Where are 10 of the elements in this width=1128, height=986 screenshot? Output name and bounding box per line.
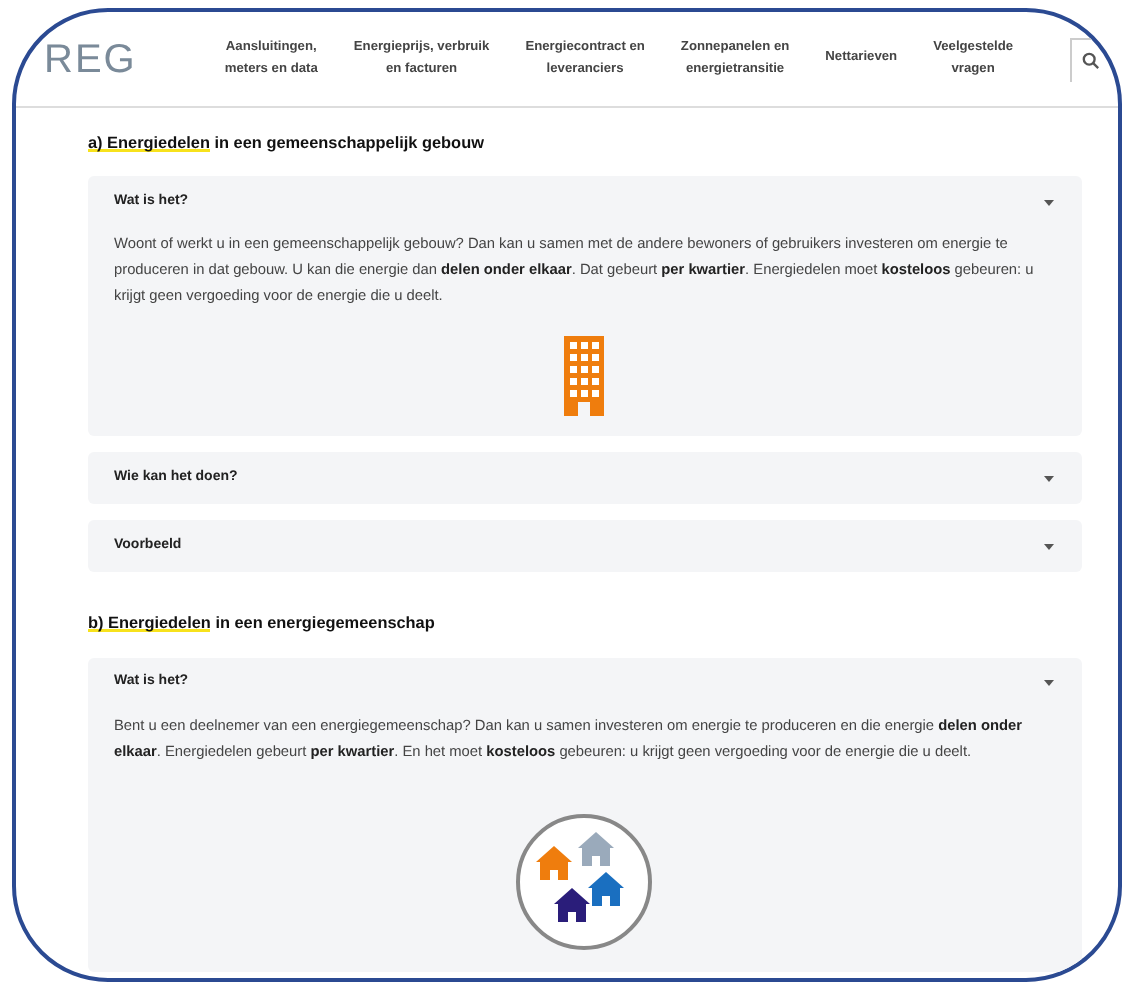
caret-icon	[1044, 543, 1054, 550]
caret-icon	[1044, 475, 1054, 482]
building-icon	[562, 332, 606, 417]
logo[interactable]: REG	[44, 29, 137, 89]
search-icon	[1082, 51, 1100, 69]
houses-icon	[514, 811, 654, 952]
caret-icon	[1044, 680, 1054, 687]
section-heading: a) Energiedelen in een gemeenschappelijk gebouw	[88, 132, 486, 156]
caret-icon	[1044, 199, 1054, 206]
section-heading: b) Energiedelen in een energiegemeenschap	[88, 612, 437, 637]
